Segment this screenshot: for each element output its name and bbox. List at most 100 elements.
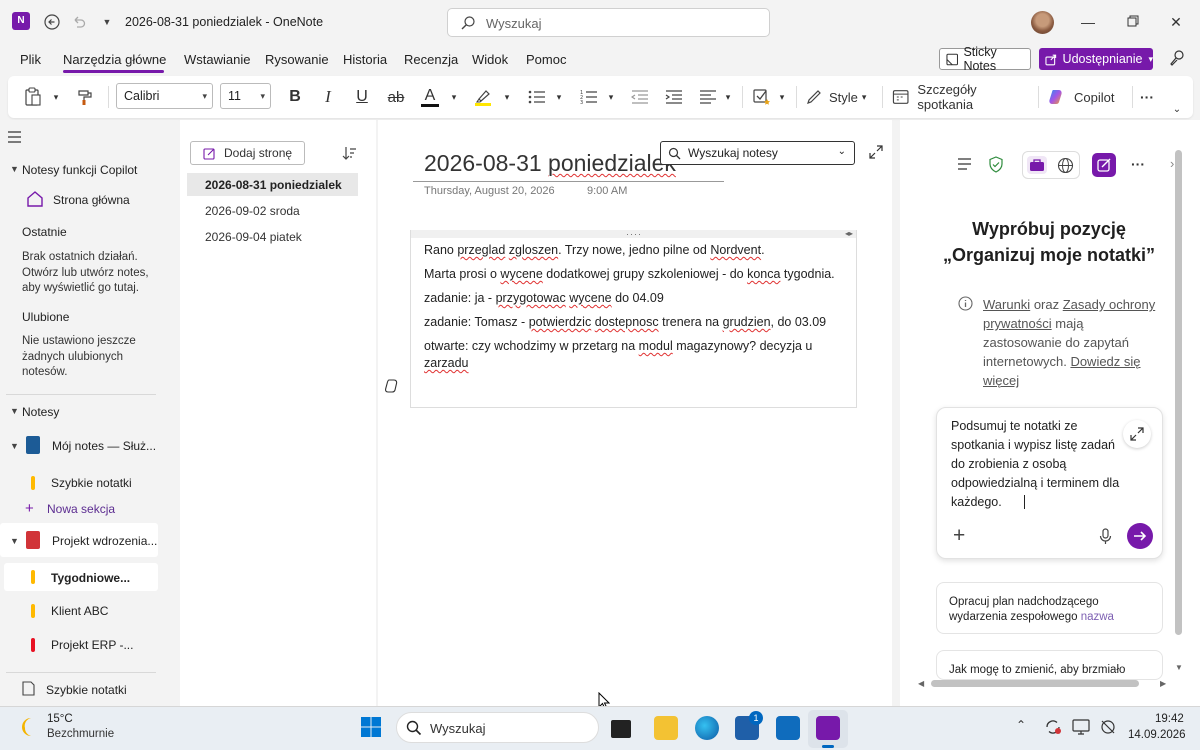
highlight-icon[interactable]	[471, 84, 495, 110]
notebook-item-projekt-wdrozenia[interactable]: Projekt wdrozenia...	[52, 534, 157, 548]
tab-home[interactable]: Narzędzia główne	[63, 52, 166, 67]
increase-indent-icon[interactable]	[662, 84, 686, 110]
section-item-szybkie-notatki[interactable]: Szybkie notatki	[51, 476, 132, 490]
notebook-item-moj-notes[interactable]: Mój notes — Służ...	[52, 439, 156, 453]
quick-notes-footer-link[interactable]: Szybkie notatki	[46, 683, 127, 697]
format-painter-icon[interactable]	[72, 84, 98, 110]
numbering-icon[interactable]: 123	[577, 84, 601, 110]
home-link[interactable]: Strona główna	[53, 193, 130, 207]
copilot-prompt-input[interactable]: Podsumuj te notatki ze spotkania i wypis…	[951, 417, 1121, 512]
weather-moon-icon[interactable]	[17, 716, 39, 738]
note-line-3[interactable]: zadanie: ja - przygotowac wycene do 04.0…	[424, 290, 849, 307]
hamburger-menu-icon[interactable]	[8, 131, 22, 143]
share-chevron-icon[interactable]: ▾	[1148, 54, 1153, 65]
section-item-projekt-erp[interactable]: Projekt ERP -...	[51, 638, 133, 652]
align-icon[interactable]	[696, 84, 720, 110]
italic-button[interactable]: I	[317, 84, 339, 110]
add-page-button[interactable]: Dodaj stronę	[190, 141, 305, 165]
underline-button[interactable]: U	[351, 84, 373, 110]
notebook-search-dropdown[interactable]: Wyszukaj notesy ⌄	[660, 141, 855, 165]
display-icon[interactable]	[1072, 719, 1090, 735]
add-attachment-icon[interactable]: +	[953, 525, 965, 546]
chevron-down-icon[interactable]: ▼	[10, 441, 19, 451]
weather-temperature[interactable]: 15°C	[47, 713, 73, 725]
outlook-app-icon[interactable]	[776, 716, 800, 740]
terms-link[interactable]: Warunki	[983, 297, 1030, 312]
tags-chevron-icon[interactable]: ▾	[776, 84, 788, 110]
new-section-link[interactable]: Nowa sekcja	[47, 502, 115, 516]
minimize-icon[interactable]: —	[1078, 13, 1098, 33]
menu-icon[interactable]	[958, 158, 972, 170]
work-briefcase-icon[interactable]	[1027, 156, 1047, 174]
share-button[interactable]: Udostępnianie ▾	[1039, 48, 1153, 70]
collapse-ribbon-icon[interactable]: ⌄	[1168, 96, 1186, 122]
notebooks-heading[interactable]: Notesy	[22, 405, 59, 419]
tab-file[interactable]: Plik	[20, 52, 41, 67]
font-size-select[interactable]: 11 ▾	[220, 83, 271, 109]
page-item-2026-09-02[interactable]: 2026-09-02 sroda	[205, 204, 300, 218]
strikethrough-button[interactable]: ab	[385, 84, 407, 110]
note-line-1[interactable]: Rano przeglad zgloszen. Trzy nowe, jedno…	[424, 242, 849, 259]
decrease-indent-icon[interactable]	[628, 84, 652, 110]
note-line-4[interactable]: zadanie: Tomasz - potwierdzic dostepnosc…	[424, 314, 849, 331]
highlight-chevron-icon[interactable]: ▾	[501, 84, 513, 110]
microphone-icon[interactable]	[1099, 528, 1112, 545]
copilot-notebooks-heading[interactable]: Notesy funkcji Copilot	[22, 163, 137, 177]
align-chevron-icon[interactable]: ▾	[722, 84, 734, 110]
suggestion-card-1[interactable]: Opracuj plan nadchodzącego wydarzenia ze…	[936, 582, 1163, 634]
edge-browser-icon[interactable]	[695, 716, 719, 740]
font-name-select[interactable]: Calibri ▾	[116, 83, 213, 109]
chevron-down-icon[interactable]: ▼	[10, 536, 19, 546]
clock-date[interactable]: 14.09.2026	[1128, 729, 1186, 741]
file-explorer-icon[interactable]	[654, 716, 678, 740]
title-search-input[interactable]: Wyszukaj	[447, 8, 770, 37]
tray-chevron-up-icon[interactable]: ⌃	[1016, 718, 1026, 732]
scroll-left-icon[interactable]: ◀	[918, 679, 924, 688]
undo-icon[interactable]	[68, 11, 90, 33]
more-options-icon[interactable]: ···	[1136, 84, 1158, 110]
tab-history[interactable]: Historia	[343, 52, 387, 67]
page-canvas[interactable]	[378, 120, 892, 706]
chevron-down-icon[interactable]: ▼	[10, 164, 19, 174]
windows-start-icon[interactable]	[360, 716, 382, 738]
bullets-icon[interactable]	[525, 84, 549, 110]
resize-handle-icon[interactable]: ◂▸	[845, 229, 853, 238]
tab-review[interactable]: Recenzja	[404, 52, 458, 67]
tag-checkbox-icon[interactable]	[750, 84, 774, 110]
restore-icon[interactable]	[1122, 13, 1142, 33]
copilot-more-icon[interactable]: ···	[1131, 156, 1145, 172]
bold-button[interactable]: B	[284, 84, 306, 110]
onenote-app-icon-taskbar[interactable]	[816, 716, 840, 740]
close-icon[interactable]: ✕	[1166, 13, 1186, 33]
page-title[interactable]: 2026-08-31 poniedzialek	[424, 150, 676, 177]
back-icon[interactable]	[41, 11, 63, 33]
page-item-2026-09-04[interactable]: 2026-09-04 piatek	[205, 230, 302, 244]
style-button[interactable]: Style ▾	[805, 84, 875, 110]
globe-icon[interactable]	[1057, 157, 1074, 174]
network-icon[interactable]	[1099, 719, 1117, 735]
feedback-icon[interactable]	[1168, 49, 1186, 67]
tab-draw[interactable]: Rysowanie	[265, 52, 329, 67]
suggestion-card-2[interactable]: Jak mogę to zmienić, aby brzmiało	[936, 650, 1163, 680]
font-color-chevron-icon[interactable]: ▾	[448, 84, 460, 110]
send-button[interactable]	[1127, 523, 1153, 549]
quick-access-chevron-icon[interactable]: ▼	[96, 11, 118, 33]
new-chat-icon[interactable]	[1092, 153, 1116, 177]
paste-icon[interactable]	[20, 84, 46, 110]
section-item-tygodniowe[interactable]: Tygodniowe...	[51, 571, 130, 585]
font-color-button[interactable]: A	[418, 84, 442, 110]
copilot-inline-icon[interactable]	[384, 378, 400, 394]
horizontal-scrollbar[interactable]	[931, 680, 1139, 687]
vertical-scrollbar[interactable]	[1175, 150, 1182, 635]
note-line-2[interactable]: Marta prosi o wycene dodatkowej grupy sz…	[424, 266, 849, 283]
tab-insert[interactable]: Wstawianie	[184, 52, 250, 67]
note-line-5[interactable]: otwarte: czy wchodzimy w przetarg na mod…	[424, 338, 824, 372]
page-item-2026-08-31[interactable]: 2026-08-31 poniedzialek	[205, 178, 342, 192]
clock-time[interactable]: 19:42	[1155, 713, 1184, 725]
tab-view[interactable]: Widok	[472, 52, 508, 67]
tab-help[interactable]: Pomoc	[526, 52, 566, 67]
expand-prompt-icon[interactable]	[1123, 420, 1151, 448]
bullets-chevron-icon[interactable]: ▾	[553, 84, 565, 110]
terminal-app-icon[interactable]	[611, 720, 631, 738]
pane-scroll-right-icon[interactable]: ›	[1170, 156, 1174, 171]
